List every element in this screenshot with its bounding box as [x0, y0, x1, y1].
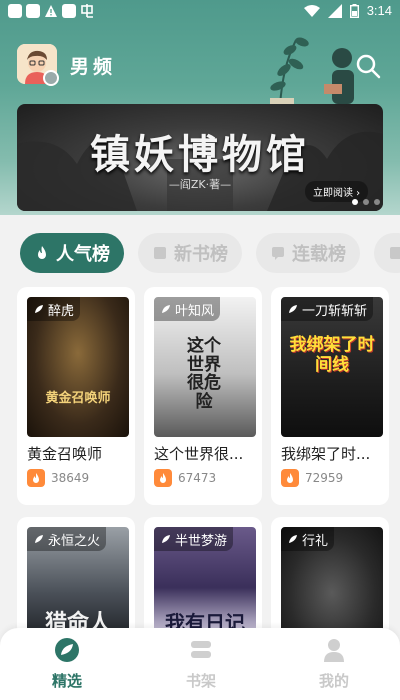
cover-title: 这个世界很危险 [187, 336, 221, 413]
nav-bookshelf[interactable]: 书架 [161, 636, 241, 691]
feather-icon [162, 305, 170, 313]
author-tag: 一刀斩斩斩 [281, 297, 374, 321]
notification-icons [8, 4, 96, 18]
channel-label[interactable]: 男频 [70, 52, 116, 79]
book-cover: 黄金召唤师 醉虎 [27, 297, 129, 437]
book-title: 我绑架了时... [281, 445, 371, 463]
search-icon[interactable] [355, 53, 381, 79]
feather-icon [162, 535, 170, 543]
author-tag: 半世梦游 [154, 527, 234, 551]
app-notification-icon [62, 4, 76, 18]
plant-decoration-icon [270, 37, 354, 110]
tab-popular[interactable]: 人气榜 [20, 233, 124, 273]
author-name: 永恒之火 [48, 533, 101, 549]
author-name: 醉虎 [48, 303, 75, 319]
book-cover: 我有日记 半世梦游 [154, 527, 256, 637]
app-logo-icon [81, 4, 93, 18]
feather-icon [289, 305, 297, 313]
feather-icon [35, 305, 43, 313]
book-icon [154, 247, 166, 259]
book-cover: 我绑架了时间线 一刀斩斩斩 [281, 297, 383, 437]
person-icon [324, 639, 344, 662]
status-bar: 3:14 [0, 0, 400, 24]
battery-icon [349, 3, 359, 18]
popularity: 38649 [27, 469, 89, 487]
app-notification-icon [26, 4, 40, 18]
clock: 3:14 [366, 3, 392, 18]
nav-label: 书架 [185, 672, 216, 690]
bookshelf-icon [191, 641, 211, 658]
nav-label: 精选 [51, 672, 82, 690]
tab-new-books[interactable]: 新书榜 [138, 233, 242, 273]
cover-title: 我绑架了时间线 [289, 335, 375, 376]
system-status: 3:14 [303, 3, 392, 18]
banner-pagination [352, 199, 380, 205]
wifi-icon [303, 4, 320, 17]
chat-icon [272, 247, 284, 260]
popularity-count: 72959 [305, 471, 344, 485]
more-ranking-icon [390, 247, 400, 259]
hot-icon [281, 469, 299, 487]
read-now-label: 立即阅读 [313, 188, 353, 199]
book-card[interactable]: 黄金召唤师 醉虎 黄金召唤师 38649 [17, 287, 135, 505]
book-card[interactable]: 我绑架了时间线 一刀斩斩斩 我绑架了时... 72959 [271, 287, 389, 505]
banner-dot[interactable] [363, 199, 369, 205]
tab-label: 新书榜 [174, 244, 228, 265]
signal-icon [327, 3, 342, 18]
featured-banner[interactable]: 镇妖博物馆 —阎ZK·著— 立即阅读 › [17, 104, 383, 211]
warning-icon [45, 5, 57, 17]
popularity: 67473 [154, 469, 216, 487]
book-cover: 这个世界很危险 叶知风 [154, 297, 256, 437]
feather-icon [289, 535, 297, 543]
author-name: 叶知风 [175, 303, 215, 319]
banner-dot[interactable] [352, 199, 358, 205]
author-tag: 行礼 [281, 527, 335, 551]
hot-icon [154, 469, 172, 487]
popularity-count: 38649 [51, 471, 90, 485]
book-card[interactable]: 行礼 [271, 517, 389, 637]
tab-label: 人气榜 [56, 244, 110, 265]
author-tag: 叶知风 [154, 297, 221, 321]
feather-icon [35, 535, 43, 543]
flame-icon [38, 246, 46, 259]
nav-profile[interactable]: 我的 [294, 636, 374, 691]
tab-more[interactable] [374, 233, 400, 273]
author-tag: 醉虎 [27, 297, 81, 321]
popularity-count: 67473 [178, 471, 217, 485]
author-name: 半世梦游 [175, 533, 228, 549]
author-tag: 永恒之火 [27, 527, 107, 551]
app-notification-icon [8, 4, 22, 18]
author-name: 行礼 [302, 533, 329, 549]
leaf-icon [55, 638, 79, 662]
nav-label: 我的 [318, 672, 349, 690]
bottom-navigation: 精选 书架 我的 [0, 628, 400, 700]
book-cover: 行礼 [281, 527, 383, 637]
book-cover: 猎命人 永恒之火 [27, 527, 129, 637]
book-card[interactable]: 这个世界很危险 叶知风 这个世界很... 67473 [144, 287, 262, 505]
ranking-tabs: 人气榜 新书榜 连载榜 [20, 233, 400, 273]
tab-serial[interactable]: 连载榜 [256, 233, 360, 273]
banner-dot[interactable] [374, 199, 380, 205]
hot-icon [27, 469, 45, 487]
author-name: 一刀斩斩斩 [302, 303, 368, 319]
cover-title: 黄金召唤师 [45, 391, 111, 406]
book-card[interactable]: 我有日记 半世梦游 [144, 517, 262, 637]
banner-title: 镇妖博物馆 [90, 131, 310, 178]
popularity: 72959 [281, 469, 343, 487]
switch-account-icon[interactable] [43, 70, 59, 86]
book-card[interactable]: 猎命人 永恒之火 [17, 517, 135, 637]
nav-featured[interactable]: 精选 [27, 636, 107, 691]
tab-label: 连载榜 [292, 244, 346, 265]
book-title: 这个世界很... [154, 445, 244, 463]
book-title: 黄金召唤师 [27, 445, 103, 463]
